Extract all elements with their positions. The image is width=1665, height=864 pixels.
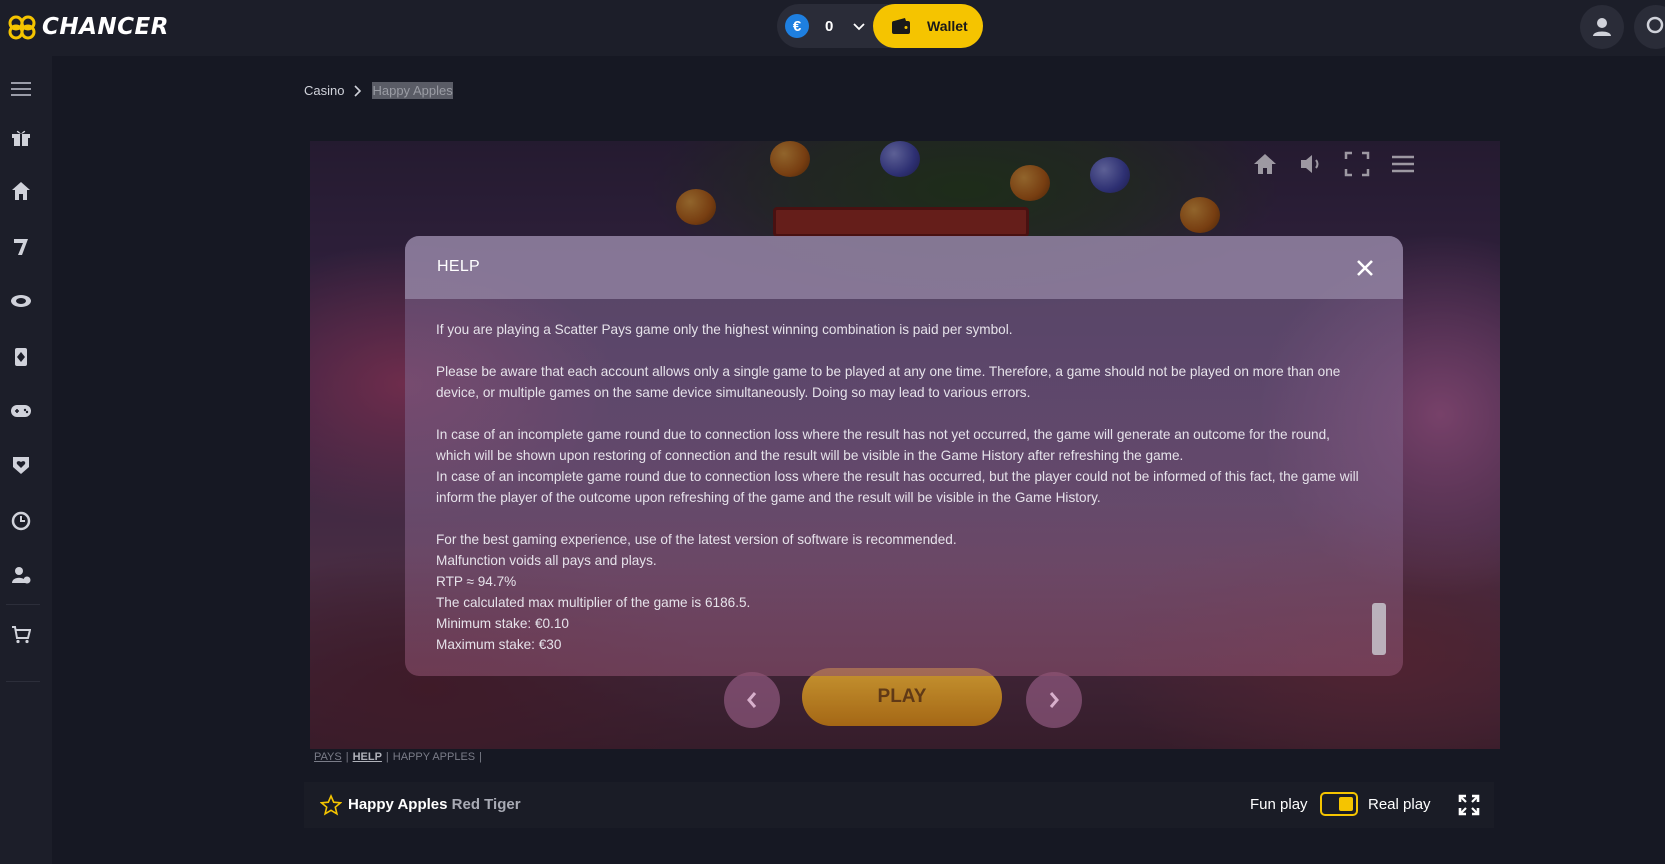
- help-modal-title: HELP: [437, 258, 480, 275]
- euro-currency-icon: €: [785, 14, 809, 38]
- game-footer-bar: Happy Apples Red Tiger Fun play Real pla…: [304, 782, 1494, 828]
- logo-text: CHANCER: [42, 14, 169, 40]
- search-button[interactable]: [1634, 5, 1665, 49]
- home-icon[interactable]: [8, 178, 34, 204]
- sidebar-divider: [6, 681, 40, 682]
- heart-shield-icon[interactable]: [8, 452, 34, 478]
- breadcrumb-casino[interactable]: Casino: [304, 83, 344, 98]
- balance-widget: € 0 Wallet: [777, 4, 983, 48]
- chevron-down-icon[interactable]: [851, 18, 867, 34]
- game-title: Happy Apples Red Tiger: [348, 796, 521, 813]
- chevron-right-icon: [354, 84, 362, 97]
- sound-icon[interactable]: [1298, 151, 1324, 177]
- prev-button[interactable]: [724, 672, 780, 728]
- user-icon: [1593, 18, 1611, 36]
- help-line: For the best gaming experience, use of t…: [436, 532, 957, 547]
- wallet-icon: [892, 18, 910, 34]
- close-icon[interactable]: [1353, 256, 1377, 280]
- menu-icon[interactable]: [8, 76, 34, 102]
- game-info-tabs: PAYS | HELP | HAPPY APPLES |: [314, 751, 482, 763]
- play-button[interactable]: PLAY: [802, 668, 1002, 726]
- expand-icon[interactable]: [1458, 794, 1480, 816]
- wallet-button[interactable]: Wallet: [873, 4, 983, 48]
- next-button[interactable]: [1026, 672, 1082, 728]
- game-title-text: Happy Apples: [348, 796, 448, 813]
- breadcrumb-current: Happy Apples: [372, 82, 453, 99]
- casino-chip-icon[interactable]: [8, 288, 34, 314]
- breadcrumb: Casino Happy Apples: [304, 82, 453, 99]
- play-mode-toggle[interactable]: [1320, 792, 1358, 816]
- sidebar-divider: [6, 604, 40, 605]
- star-favorite-icon[interactable]: [320, 794, 342, 816]
- game-home-icon[interactable]: [1252, 151, 1278, 177]
- user-dollar-icon[interactable]: [8, 562, 34, 588]
- game-fullscreen-icon[interactable]: [1344, 151, 1370, 177]
- help-paragraph: If you are playing a Scatter Pays game o…: [436, 322, 1013, 337]
- help-modal: HELP If you are playing a Scatter Pays g…: [405, 236, 1403, 676]
- help-line: Minimum stake: €0.10: [436, 616, 569, 631]
- tab-help[interactable]: HELP: [353, 751, 382, 763]
- help-line: Maximum stake: €30: [436, 637, 562, 652]
- balance-amount: 0: [825, 18, 834, 35]
- help-line: Malfunction voids all pays and plays.: [436, 553, 657, 568]
- chevron-left-icon: [747, 692, 757, 708]
- help-line: RTP ≈ 94.7%: [436, 574, 517, 589]
- game-provider: Red Tiger: [451, 796, 521, 813]
- gift-icon[interactable]: [8, 124, 34, 150]
- scrollbar-thumb[interactable]: [1372, 603, 1386, 655]
- tab-separator: |: [385, 751, 389, 763]
- live-clock-icon[interactable]: [8, 508, 34, 534]
- help-paragraph: Please be aware that each account allows…: [436, 364, 1341, 400]
- poker-card-icon[interactable]: [8, 344, 34, 370]
- cart-icon[interactable]: [8, 622, 34, 648]
- tab-separator: |: [345, 751, 349, 763]
- wallet-label: Wallet: [927, 18, 968, 34]
- tab-separator: |: [479, 751, 482, 763]
- tab-game-name: HAPPY APPLES: [392, 751, 476, 763]
- help-line: The calculated max multiplier of the gam…: [436, 595, 751, 610]
- real-play-label: Real play: [1368, 796, 1431, 813]
- user-account-button[interactable]: [1580, 5, 1624, 49]
- search-icon: [1646, 16, 1664, 34]
- fun-play-label: Fun play: [1250, 796, 1308, 813]
- left-sidebar: [0, 56, 52, 864]
- slot-seven-icon[interactable]: [8, 234, 34, 260]
- help-paragraph: In case of an incomplete game round due …: [436, 469, 1359, 505]
- top-header: CHANCER € 0 Wallet: [0, 0, 1665, 56]
- chevron-right-icon: [1049, 692, 1059, 708]
- help-paragraph: In case of an incomplete game round due …: [436, 427, 1330, 463]
- gamepad-icon[interactable]: [8, 398, 34, 424]
- clover-logo-icon: [8, 15, 36, 40]
- help-modal-body: If you are playing a Scatter Pays game o…: [436, 319, 1361, 655]
- chancer-logo[interactable]: CHANCER: [6, 12, 169, 42]
- tab-pays[interactable]: PAYS: [314, 751, 342, 763]
- toggle-knob: [1339, 797, 1353, 811]
- help-modal-header: HELP: [405, 236, 1403, 299]
- game-menu-icon[interactable]: [1390, 151, 1416, 177]
